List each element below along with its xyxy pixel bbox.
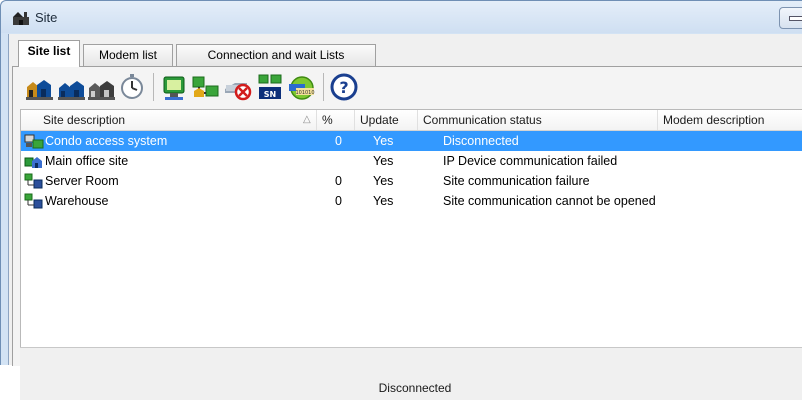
cell-communication-status: Disconnected: [443, 134, 519, 148]
cell-modem-description: [664, 151, 802, 171]
column-label: Site description: [43, 113, 126, 127]
svg-text:SN: SN: [264, 90, 276, 99]
client-area: Site list Modem list Connection and wait…: [8, 34, 802, 400]
column-header-site-description[interactable]: Site description △: [21, 110, 317, 130]
timer-icon[interactable]: [117, 71, 147, 103]
site-network-icon: [24, 173, 43, 189]
ip-device-site-icon: [24, 157, 42, 168]
cell-update: Yes: [373, 134, 394, 148]
connect-site-icon[interactable]: [191, 71, 221, 103]
sort-ascending-icon: △: [303, 114, 311, 125]
cell-modem-description: [664, 131, 802, 151]
cell-percent: 0: [335, 134, 342, 148]
table-row[interactable]: Warehouse 0 Yes Site communication canno…: [21, 191, 802, 211]
svg-text:?: ?: [339, 78, 348, 97]
minimize-button[interactable]: [779, 7, 802, 29]
tab-modem-list[interactable]: Modem list: [83, 44, 173, 66]
cell-modem-description: [664, 191, 802, 211]
site-window: Site Site list Modem list Connection and…: [0, 0, 802, 400]
cell-update: Yes: [373, 194, 394, 208]
toolbar-separator: [323, 73, 324, 101]
delete-site-icon[interactable]: [87, 71, 117, 103]
tab-site-list[interactable]: Site list: [18, 40, 80, 67]
column-header-modem-description[interactable]: Modem description: [658, 110, 802, 130]
cell-percent: 0: [335, 174, 342, 188]
grid-header: Site description △ % Update Communicatio…: [21, 110, 802, 131]
transfer-data-icon[interactable]: 101010: [287, 71, 317, 103]
disconnect-site-icon[interactable]: [223, 71, 253, 103]
toolbar-separator: [153, 73, 154, 101]
network-icon[interactable]: [159, 71, 189, 103]
table-row[interactable]: Main office site Yes IP Device communica…: [21, 151, 802, 171]
site-modem-icon: [24, 134, 44, 149]
minimize-icon: [789, 16, 802, 21]
cell-communication-status: Site communication cannot be opened: [443, 194, 656, 208]
column-header-update[interactable]: Update: [355, 110, 418, 130]
site-app-icon: [13, 12, 29, 25]
help-icon[interactable]: ?: [329, 71, 359, 103]
cell-site-description: Main office site: [45, 154, 129, 168]
table-row[interactable]: Condo access system 0 Yes Disconnected: [21, 131, 802, 151]
window-title: Site: [35, 10, 58, 25]
site-grid: Site description △ % Update Communicatio…: [20, 109, 802, 348]
cell-update: Yes: [373, 174, 394, 188]
site-network-icon: [24, 193, 43, 209]
title-bar[interactable]: Site: [1, 1, 802, 33]
cell-update: Yes: [373, 154, 394, 168]
cell-site-description: Warehouse: [45, 194, 109, 208]
column-header-percent[interactable]: %: [317, 110, 355, 130]
cell-site-description: Condo access system: [45, 134, 168, 148]
serial-number-icon[interactable]: SN: [255, 71, 285, 103]
table-row[interactable]: Server Room 0 Yes Site communication fai…: [21, 171, 802, 191]
cell-communication-status: IP Device communication failed: [443, 154, 618, 168]
cell-percent: 0: [335, 194, 342, 208]
status-panel: Disconnected: [20, 347, 802, 400]
svg-text:101010: 101010: [295, 90, 314, 96]
column-header-communication-status[interactable]: Communication status: [418, 110, 658, 130]
status-text: Disconnected: [378, 381, 452, 395]
cell-modem-description: [664, 171, 802, 191]
cell-communication-status: Site communication failure: [443, 174, 590, 188]
cell-percent: [335, 151, 355, 171]
tab-connection-and-wait-lists[interactable]: Connection and wait Lists: [176, 44, 376, 66]
edit-site-icon[interactable]: [57, 71, 87, 103]
cell-site-description: Server Room: [45, 174, 119, 188]
add-site-icon[interactable]: [25, 71, 55, 103]
